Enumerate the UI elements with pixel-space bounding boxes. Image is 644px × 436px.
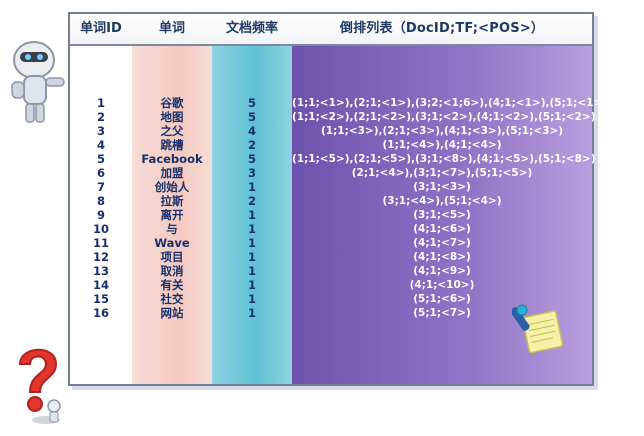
doc-frequency: 1 — [247, 236, 256, 250]
word: 谷歌 — [160, 96, 184, 110]
header-word: 单词 — [158, 21, 185, 36]
postings: (3;1;<4>),(5;1;<4>) — [382, 195, 502, 207]
word: Wave — [154, 236, 190, 250]
doc-frequency: 1 — [247, 278, 256, 292]
word: 网站 — [160, 306, 184, 320]
postings: (1;1;<5>),(2;1;<5>),(3;1;<8>),(4;1;<5>),… — [292, 153, 596, 165]
table-row: 10 与 1 (4;1;<6>) — [70, 222, 592, 236]
postings: (4;1;<10>) — [409, 279, 475, 291]
table-row: 13 取消 1 (4;1;<9>) — [70, 264, 592, 278]
table-row: 2 地图 5 (1;1;<2>),(2;1;<2>),(3;1;<2>),(4;… — [70, 110, 596, 124]
doc-frequency: 1 — [247, 222, 256, 236]
word-id: 4 — [96, 138, 105, 152]
doc-frequency: 4 — [247, 124, 256, 138]
postings: (4;1;<9>) — [413, 265, 471, 277]
word-id: 14 — [92, 278, 109, 292]
word: 跳槽 — [160, 138, 184, 152]
word: 有关 — [160, 278, 184, 292]
word-id: 3 — [96, 124, 105, 138]
table-row: 3 之父 4 (1;1;<3>),(2;1;<3>),(4;1;<3>),(5;… — [70, 124, 592, 138]
doc-frequency: 2 — [247, 194, 256, 208]
word-id: 9 — [96, 208, 105, 222]
doc-frequency: 1 — [247, 208, 256, 222]
doc-frequency: 5 — [247, 152, 256, 166]
word: 之父 — [160, 124, 184, 138]
word-id: 11 — [92, 236, 109, 250]
word: 社交 — [160, 292, 184, 306]
doc-frequency: 1 — [247, 306, 256, 320]
word: 创始人 — [154, 180, 190, 194]
inverted-index-diagram: 单词ID 单词 文档频率 倒排列表（DocID;TF;<POS>） 1 谷歌 5… — [0, 0, 644, 436]
table-row: 14 有关 1 (4;1;<10>) — [70, 278, 592, 292]
doc-frequency: 1 — [247, 250, 256, 264]
word-id: 8 — [96, 194, 105, 208]
postings: (4;1;<6>) — [413, 223, 471, 235]
postings: (4;1;<8>) — [413, 251, 471, 263]
postings: (4;1;<7>) — [413, 237, 471, 249]
postings: (1;1;<3>),(2;1;<3>),(4;1;<3>),(5;1;<3>) — [320, 125, 563, 137]
word-id: 2 — [96, 110, 105, 124]
doc-frequency: 1 — [247, 264, 256, 278]
question-mark-icon — [18, 348, 61, 424]
word: 离开 — [160, 208, 184, 222]
word: 项目 — [160, 250, 184, 264]
postings: (3;1;<3>) — [413, 181, 471, 193]
notepad-pen-icon — [512, 304, 564, 354]
table-header: 单词ID 单词 文档频率 倒排列表（DocID;TF;<POS>） — [70, 14, 592, 46]
word: 地图 — [160, 110, 184, 124]
word-id: 10 — [92, 222, 109, 236]
word-id: 16 — [92, 306, 109, 320]
table-row: 7 创始人 1 (3;1;<3>) — [70, 180, 592, 194]
table-row: 12 项目 1 (4;1;<8>) — [70, 250, 592, 264]
doc-frequency: 5 — [247, 110, 256, 124]
word: 与 — [166, 222, 178, 236]
word: 拉斯 — [160, 194, 184, 208]
table-row: 1 谷歌 5 (1;1;<1>),(2;1;<1>),(3;2;<1;6>),(… — [70, 96, 608, 110]
word-id: 12 — [92, 250, 109, 264]
robot-icon — [11, 41, 65, 123]
word: 取消 — [160, 264, 184, 278]
table-row: 8 拉斯 2 (3;1;<4>),(5;1;<4>) — [70, 194, 592, 208]
table-row: 6 加盟 3 (2;1;<4>),(3;1;<7>),(5;1;<5>) — [70, 166, 592, 180]
word-id: 15 — [92, 292, 109, 306]
postings: (1;1;<2>),(2;1;<2>),(3;1;<2>),(4;1;<2>),… — [292, 111, 596, 123]
word-id: 5 — [96, 152, 105, 166]
word-id: 1 — [96, 96, 105, 110]
header-doc-frequency: 文档频率 — [225, 21, 278, 36]
word-id: 13 — [92, 264, 109, 278]
table-row: 5 Facebook 5 (1;1;<5>),(2;1;<5>),(3;1;<8… — [70, 152, 596, 166]
postings: (1;1;<4>),(4;1;<4>) — [382, 139, 502, 151]
doc-frequency: 1 — [247, 180, 256, 194]
doc-frequency: 3 — [247, 166, 256, 180]
header-postings-list: 倒排列表（DocID;TF;<POS>） — [339, 21, 545, 36]
word: 加盟 — [160, 166, 184, 180]
doc-frequency: 2 — [247, 138, 256, 152]
table-row: 4 跳槽 2 (1;1;<4>),(4;1;<4>) — [70, 138, 592, 152]
word: Facebook — [141, 152, 203, 166]
table-row: 9 离开 1 (3;1;<5>) — [70, 208, 592, 222]
doc-frequency: 1 — [247, 292, 256, 306]
table-row: 11 Wave 1 (4;1;<7>) — [70, 236, 592, 250]
word-id: 7 — [96, 180, 105, 194]
doc-frequency: 5 — [247, 96, 256, 110]
header-word-id: 单词ID — [80, 21, 122, 36]
postings: (2;1;<4>),(3;1;<7>),(5;1;<5>) — [351, 167, 533, 179]
postings: (3;1;<5>) — [413, 209, 471, 221]
word-id: 6 — [96, 166, 105, 180]
postings: (1;1;<1>),(2;1;<1>),(3;2;<1;6>),(4;1;<1>… — [292, 97, 608, 109]
